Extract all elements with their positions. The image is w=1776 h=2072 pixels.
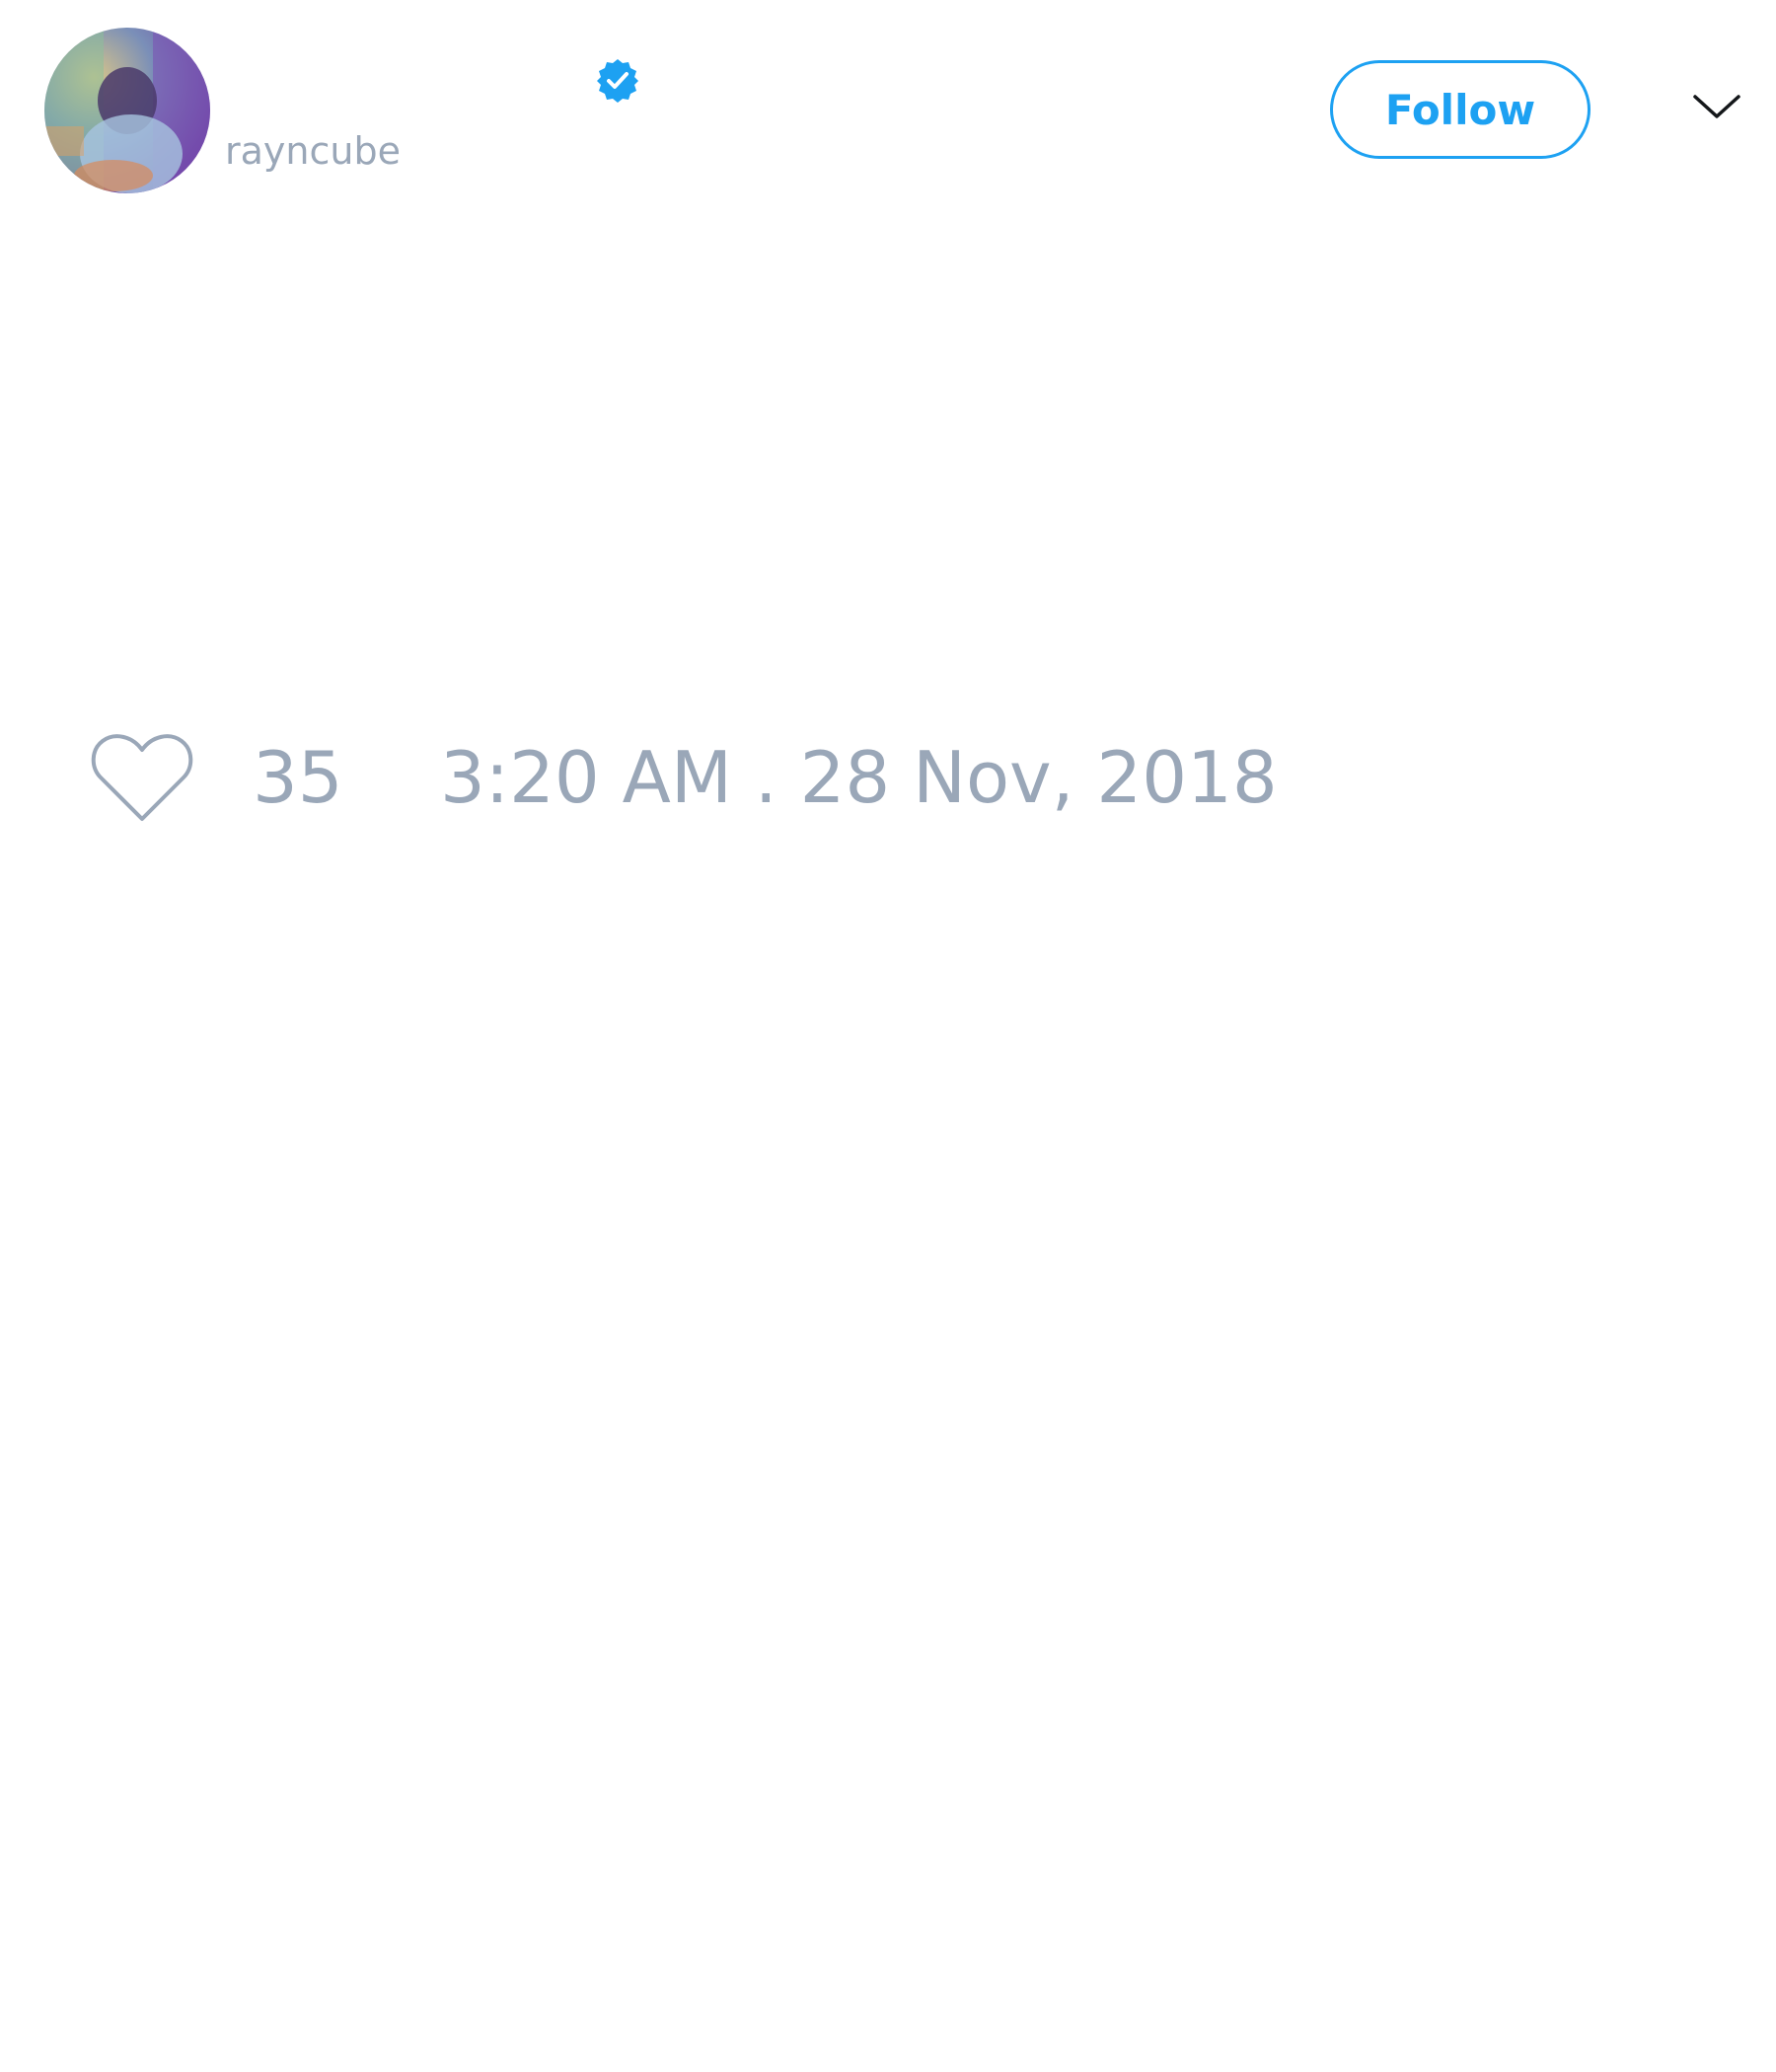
avatar[interactable] (44, 28, 210, 193)
avatar-image (44, 28, 210, 193)
like-count: 35 (253, 736, 343, 819)
tweet-card: rayncube Follow 35 3:20 AM . 28 Nov, 201… (0, 0, 1776, 2072)
follow-button[interactable]: Follow (1330, 60, 1591, 159)
chevron-down-icon[interactable] (1689, 87, 1744, 126)
tweet-stats-row: 35 3:20 AM . 28 Nov, 2018 (89, 730, 1569, 829)
heart-icon[interactable] (89, 730, 195, 825)
tweet-timestamp[interactable]: 3:20 AM . 28 Nov, 2018 (440, 730, 1278, 825)
verified-badge-icon (594, 57, 641, 105)
user-handle[interactable]: rayncube (225, 126, 401, 176)
